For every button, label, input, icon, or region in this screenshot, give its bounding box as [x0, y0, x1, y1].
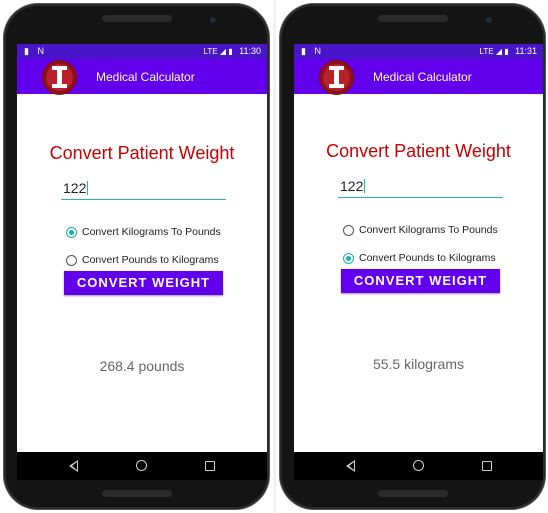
app-title: Medical Calculator — [96, 70, 195, 84]
text-caret — [364, 179, 366, 193]
weight-input-value: 122 — [340, 178, 364, 194]
phone-frame: ▮ N LTE ◢ ▮ 11:30 Medical Calculator Con… — [4, 4, 269, 509]
radio-label: Convert Pounds to Kilograms — [82, 254, 219, 266]
radio-button-unselected[interactable] — [343, 225, 354, 236]
screenshot-right: ▮ N LTE ◢ ▮ 11:31 Medical Calculator Con… — [276, 0, 548, 513]
radio-button-selected[interactable] — [343, 253, 354, 264]
status-right: LTE ◢ ▮ 11:30 — [204, 46, 261, 56]
home-icon[interactable] — [413, 460, 424, 471]
weight-input-value: 122 — [63, 180, 87, 196]
status-time: 11:30 — [239, 46, 261, 56]
app-bar: Medical Calculator — [294, 59, 543, 95]
page-heading: Convert Patient Weight — [49, 143, 235, 163]
weight-input[interactable]: 122 — [338, 176, 503, 198]
status-bar: ▮ N LTE ◢ ▮ 11:30 — [17, 44, 267, 59]
convert-weight-button[interactable]: CONVERT WEIGHT — [64, 271, 223, 295]
front-camera — [210, 17, 216, 23]
signal-battery-icons: LTE ◢ ▮ — [479, 47, 509, 56]
status-right: LTE ◢ ▮ 11:31 — [480, 46, 537, 56]
recents-icon[interactable] — [205, 461, 215, 471]
page-heading: Convert Patient Weight — [326, 141, 511, 161]
back-icon[interactable] — [346, 460, 355, 472]
phone-screen: ▮ N LTE ◢ ▮ 11:31 Medical Calculator Con… — [294, 44, 543, 480]
radio-label: Convert Pounds to Kilograms — [359, 252, 496, 264]
app-logo-icon — [319, 60, 354, 95]
screenshot-left: ▮ N LTE ◢ ▮ 11:30 Medical Calculator Con… — [0, 0, 273, 513]
app-title: Medical Calculator — [373, 70, 472, 84]
recents-icon[interactable] — [482, 461, 492, 471]
result-text: 268.4 pounds — [99, 358, 185, 374]
radio-label: Convert Kilograms To Pounds — [82, 226, 221, 238]
earpiece-speaker — [102, 15, 172, 22]
back-icon[interactable] — [69, 460, 78, 472]
radio-button-selected[interactable] — [66, 227, 77, 238]
app-bar: Medical Calculator — [17, 59, 267, 95]
navigation-bar — [17, 452, 267, 480]
bottom-speaker — [102, 490, 172, 497]
radio-label: Convert Kilograms To Pounds — [359, 224, 498, 236]
signal-battery-icons: LTE ◢ ▮ — [203, 47, 233, 56]
weight-input[interactable]: 122 — [61, 178, 226, 200]
result-text: 55.5 kilograms — [372, 356, 465, 372]
convert-weight-button[interactable]: CONVERT WEIGHT — [341, 269, 500, 293]
radio-button-unselected[interactable] — [66, 255, 77, 266]
navigation-bar — [294, 452, 543, 480]
status-notification-icons: ▮ N — [24, 46, 47, 56]
status-time: 11:31 — [515, 46, 537, 56]
front-camera — [486, 17, 492, 23]
status-bar: ▮ N LTE ◢ ▮ 11:31 — [294, 44, 543, 59]
bottom-speaker — [378, 490, 448, 497]
status-notification-icons: ▮ N — [301, 46, 324, 56]
home-icon[interactable] — [136, 460, 147, 471]
app-logo-icon — [42, 60, 77, 95]
phone-screen: ▮ N LTE ◢ ▮ 11:30 Medical Calculator Con… — [17, 44, 267, 480]
phone-frame: ▮ N LTE ◢ ▮ 11:31 Medical Calculator Con… — [280, 4, 545, 509]
text-caret — [87, 181, 89, 195]
earpiece-speaker — [378, 15, 448, 22]
